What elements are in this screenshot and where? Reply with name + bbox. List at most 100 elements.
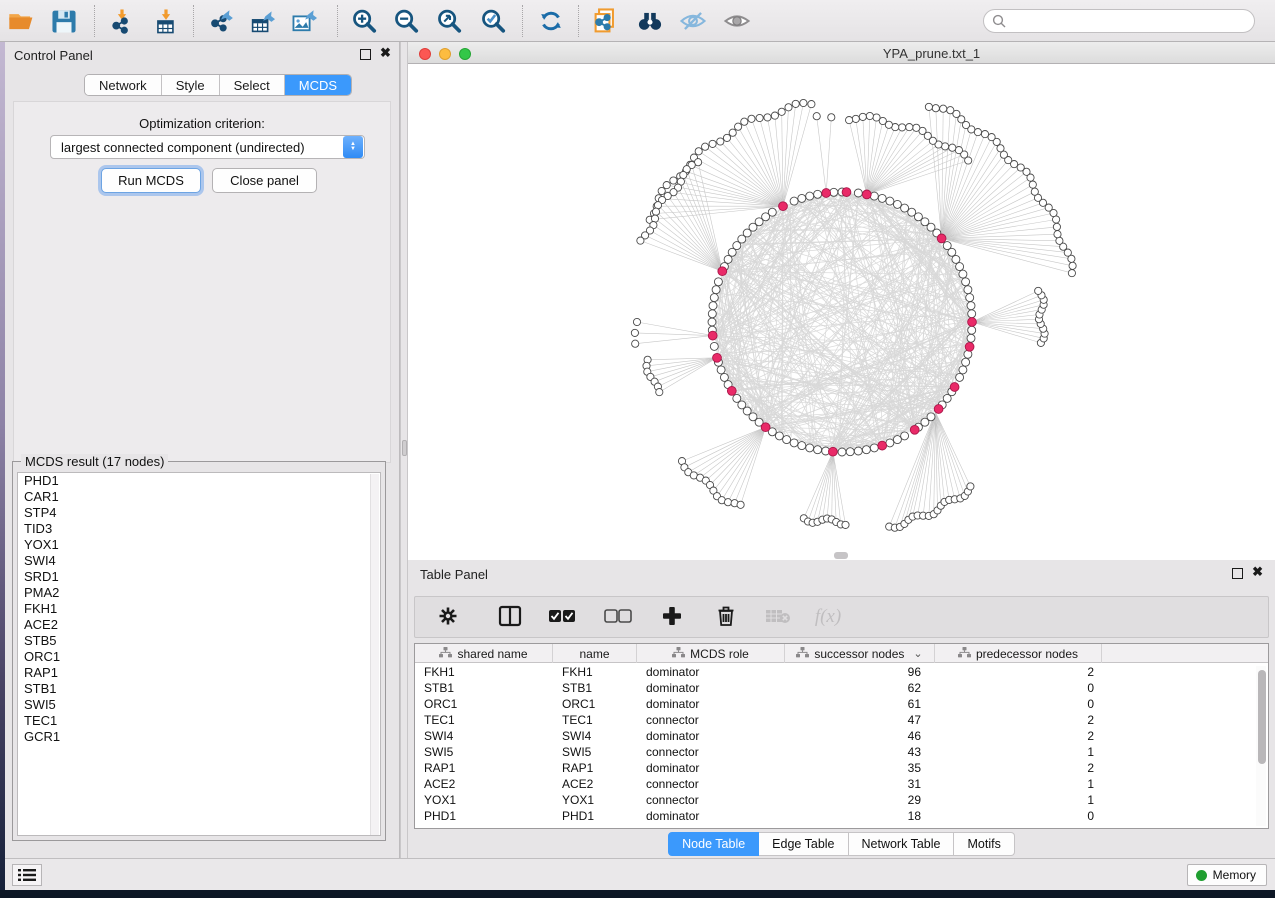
network-canvas[interactable] — [408, 64, 1275, 560]
export-table-button[interactable] — [244, 3, 282, 39]
mcds-result-item[interactable]: GCR1 — [18, 729, 380, 745]
float-panel-icon[interactable] — [360, 49, 371, 60]
add-column-button[interactable] — [653, 599, 691, 635]
cell-predecessor-nodes[interactable]: 1 — [935, 776, 1102, 792]
table-row[interactable]: ORC1ORC1dominator610 — [415, 696, 1268, 712]
tab-node-table[interactable]: Node Table — [668, 832, 759, 856]
cell-shared-name[interactable]: ACE2 — [415, 776, 553, 792]
tab-edge-table[interactable]: Edge Table — [759, 832, 848, 856]
table-row[interactable]: ACE2ACE2connector311 — [415, 776, 1268, 792]
cell-predecessor-nodes[interactable]: 2 — [935, 664, 1102, 680]
optimization-criterion-select[interactable]: largest connected component (undirected)… — [50, 135, 365, 159]
cell-successor-nodes[interactable]: 35 — [785, 760, 935, 776]
cell-successor-nodes[interactable]: 18 — [785, 808, 935, 824]
cell-name[interactable]: PHD1 — [553, 808, 637, 824]
mcds-result-item[interactable]: TID3 — [18, 521, 380, 537]
mcds-result-item[interactable]: ORC1 — [18, 649, 380, 665]
cell-MCDS-role[interactable]: connector — [637, 744, 785, 760]
table-row[interactable]: STB1STB1dominator620 — [415, 680, 1268, 696]
float-table-panel-icon[interactable] — [1232, 568, 1243, 579]
table-row[interactable]: SWI5SWI5connector431 — [415, 744, 1268, 760]
cell-name[interactable]: RAP1 — [553, 760, 637, 776]
import-network-button[interactable] — [103, 3, 141, 39]
column-header-MCDS-role[interactable]: MCDS role — [637, 644, 785, 663]
zoom-out-button[interactable] — [388, 3, 426, 39]
cell-MCDS-role[interactable]: dominator — [637, 728, 785, 744]
mcds-result-item[interactable]: ACE2 — [18, 617, 380, 633]
cell-MCDS-role[interactable]: dominator — [637, 696, 785, 712]
cell-MCDS-role[interactable]: connector — [637, 776, 785, 792]
column-header-name[interactable]: name — [553, 644, 637, 663]
cell-successor-nodes[interactable]: 46 — [785, 728, 935, 744]
memory-button[interactable]: Memory — [1187, 864, 1267, 886]
cell-name[interactable]: ACE2 — [553, 776, 637, 792]
splitter-grip-icon[interactable] — [402, 440, 407, 456]
cell-MCDS-role[interactable]: dominator — [637, 680, 785, 696]
mcds-result-item[interactable]: FKH1 — [18, 601, 380, 617]
mcds-result-item[interactable]: STB1 — [18, 681, 380, 697]
mcds-result-item[interactable]: STB5 — [18, 633, 380, 649]
tab-motifs[interactable]: Motifs — [954, 832, 1014, 856]
close-table-panel-icon[interactable]: ✖ — [1252, 564, 1263, 580]
deselect-all-button[interactable] — [599, 599, 637, 635]
save-session-button[interactable] — [45, 3, 83, 39]
table-row[interactable]: SWI4SWI4dominator462 — [415, 728, 1268, 744]
cell-predecessor-nodes[interactable]: 1 — [935, 792, 1102, 808]
select-all-button[interactable] — [543, 599, 581, 635]
table-scrollbar-thumb[interactable] — [1258, 670, 1266, 764]
zoom-fit-button[interactable] — [431, 3, 469, 39]
cell-predecessor-nodes[interactable]: 2 — [935, 728, 1102, 744]
cell-successor-nodes[interactable]: 62 — [785, 680, 935, 696]
cell-name[interactable]: YOX1 — [553, 792, 637, 808]
cell-shared-name[interactable]: TEC1 — [415, 712, 553, 728]
tab-style[interactable]: Style — [162, 75, 220, 95]
table-row[interactable]: YOX1YOX1connector291 — [415, 792, 1268, 808]
tab-mcds[interactable]: MCDS — [285, 75, 351, 95]
table-row[interactable]: PHD1PHD1dominator180 — [415, 808, 1268, 824]
mcds-result-item[interactable]: PHD1 — [18, 473, 380, 489]
cell-successor-nodes[interactable]: 43 — [785, 744, 935, 760]
cell-MCDS-role[interactable]: dominator — [637, 808, 785, 824]
column-header-predecessor-nodes[interactable]: predecessor nodes — [935, 644, 1102, 663]
network-hscrollbar-thumb[interactable] — [834, 552, 848, 559]
cell-predecessor-nodes[interactable]: 2 — [935, 712, 1102, 728]
import-table-button[interactable] — [147, 3, 185, 39]
cell-shared-name[interactable]: PHD1 — [415, 808, 553, 824]
table-row[interactable]: FKH1FKH1dominator962 — [415, 664, 1268, 680]
network-window-titlebar[interactable]: YPA_prune.txt_1 — [408, 42, 1275, 64]
hide-display-button[interactable] — [674, 3, 712, 39]
mcds-result-item[interactable]: STP4 — [18, 505, 380, 521]
cell-MCDS-role[interactable]: dominator — [637, 664, 785, 680]
tab-network-table[interactable]: Network Table — [849, 832, 955, 856]
cell-name[interactable]: FKH1 — [553, 664, 637, 680]
mcds-result-list[interactable]: PHD1CAR1STP4TID3YOX1SWI4SRD1PMA2FKH1ACE2… — [17, 472, 381, 836]
mcds-result-item[interactable]: SWI5 — [18, 697, 380, 713]
cell-MCDS-role[interactable]: connector — [637, 792, 785, 808]
mcds-result-item[interactable]: SRD1 — [18, 569, 380, 585]
table-row[interactable]: RAP1RAP1dominator352 — [415, 760, 1268, 776]
open-file-button[interactable] — [3, 3, 41, 39]
cell-name[interactable]: SWI5 — [553, 744, 637, 760]
mcds-result-item[interactable]: TEC1 — [18, 713, 380, 729]
cell-shared-name[interactable]: FKH1 — [415, 664, 553, 680]
refresh-button[interactable] — [532, 3, 570, 39]
zoom-selected-button[interactable] — [475, 3, 513, 39]
cell-predecessor-nodes[interactable]: 0 — [935, 696, 1102, 712]
cell-shared-name[interactable]: SWI5 — [415, 744, 553, 760]
cell-MCDS-role[interactable]: connector — [637, 712, 785, 728]
cell-predecessor-nodes[interactable]: 2 — [935, 760, 1102, 776]
cell-shared-name[interactable]: ORC1 — [415, 696, 553, 712]
search-network-button[interactable] — [631, 3, 669, 39]
mcds-result-item[interactable]: SWI4 — [18, 553, 380, 569]
cell-shared-name[interactable]: YOX1 — [415, 792, 553, 808]
export-image-button[interactable] — [286, 3, 324, 39]
cell-shared-name[interactable]: RAP1 — [415, 760, 553, 776]
column-header-shared-name[interactable]: shared name — [415, 644, 553, 663]
settings-button[interactable] — [429, 599, 467, 635]
search-input[interactable] — [1006, 11, 1254, 31]
tab-network[interactable]: Network — [85, 75, 162, 95]
panel-splitter[interactable] — [400, 42, 408, 858]
zoom-in-button[interactable] — [346, 3, 384, 39]
network-file-button[interactable] — [587, 3, 625, 39]
network-search-box[interactable] — [983, 9, 1255, 33]
